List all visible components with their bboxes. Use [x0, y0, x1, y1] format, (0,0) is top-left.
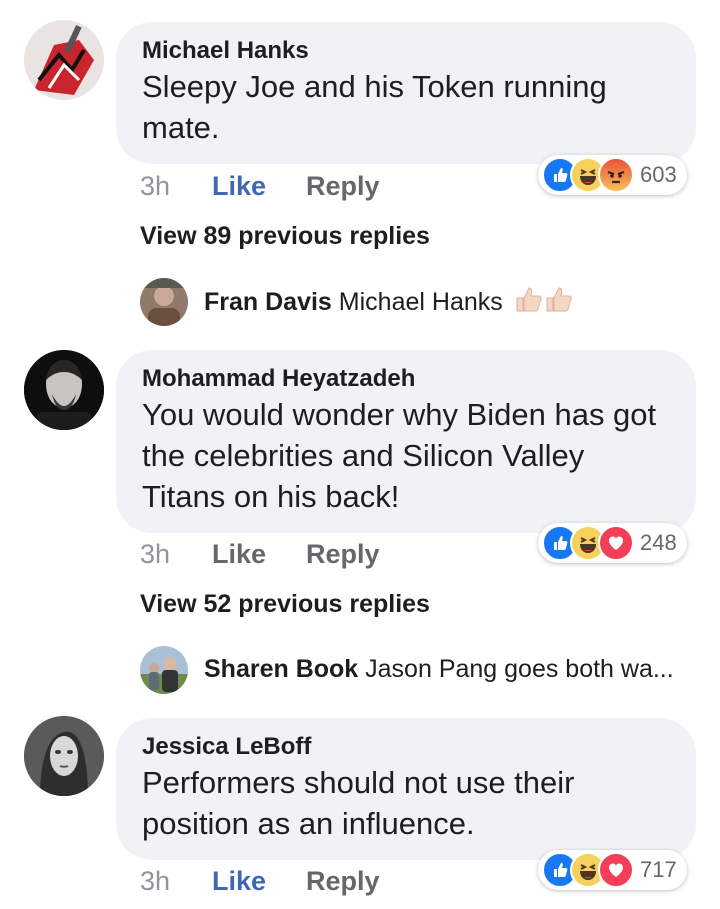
reply-button[interactable]: Reply	[306, 170, 380, 202]
thumbs-up-icon	[514, 284, 578, 323]
comment-bubble: Mohammad Heyatzadeh You would wonder why…	[116, 350, 696, 533]
comment-text: Performers should not use their position…	[142, 762, 670, 844]
reply-author[interactable]: Sharen Book	[204, 655, 358, 683]
profile-photo	[24, 716, 104, 796]
comment-bubble: Michael Hanks Sleepy Joe and his Token r…	[116, 22, 696, 164]
love-icon	[598, 852, 634, 888]
reply-button[interactable]: Reply	[306, 865, 380, 897]
reaction-count: 717	[640, 857, 677, 882]
comment-time[interactable]: 3h	[140, 865, 170, 897]
comment-time[interactable]: 3h	[140, 538, 170, 570]
angry-icon	[598, 157, 634, 193]
reply-body: Jason Pang goes both wa...	[365, 655, 674, 683]
reactions-summary[interactable]: 248	[538, 523, 687, 563]
comment-author[interactable]: Mohammad Heyatzadeh	[142, 364, 670, 394]
reply-author[interactable]: Fran Davis	[204, 288, 332, 316]
reactions-summary[interactable]: 717	[538, 850, 687, 890]
avatar[interactable]	[140, 646, 188, 694]
reply-button[interactable]: Reply	[306, 538, 380, 570]
reply-text: Fran Davis Michael Hanks	[204, 284, 578, 323]
comment-time[interactable]: 3h	[140, 170, 170, 202]
comment-author[interactable]: Michael Hanks	[142, 36, 670, 66]
reply-text: Sharen Book Jason Pang goes both wa...	[204, 652, 674, 686]
comment-mohammad-heyatzadeh: Mohammad Heyatzadeh You would wonder why…	[0, 330, 720, 710]
like-button[interactable]: Like	[212, 865, 266, 897]
love-icon	[598, 525, 634, 561]
comment-text-line: Sleepy Joe and his Token running	[142, 69, 607, 104]
comment-michael-hanks: Michael Hanks Sleepy Joe and his Token r…	[0, 0, 720, 330]
comment-text-line: position as an influence.	[142, 806, 475, 841]
comment-jessica-leboff: Jessica LeBoff Performers should not use…	[0, 710, 720, 909]
avatar[interactable]	[140, 278, 188, 326]
avatar[interactable]	[24, 20, 104, 100]
reply-body: Michael Hanks	[338, 288, 503, 317]
profile-photo	[24, 350, 104, 430]
comment-bubble: Jessica LeBoff Performers should not use…	[116, 718, 696, 860]
comment-author[interactable]: Jessica LeBoff	[142, 732, 670, 762]
view-previous-replies-link[interactable]: View 52 previous replies	[140, 590, 430, 619]
latest-reply: Fran Davis Michael Hanks	[140, 278, 700, 326]
like-button[interactable]: Like	[212, 538, 266, 570]
comment-text-line: mate.	[142, 110, 220, 145]
reaction-count: 248	[640, 530, 677, 555]
reaction-count: 603	[640, 162, 677, 187]
comment-text-line: You would wonder why Biden has got	[142, 397, 657, 432]
avatar[interactable]	[24, 716, 104, 796]
guitar-avatar-image	[24, 20, 104, 100]
comment-text-line: Titans on his back!	[142, 479, 400, 514]
latest-reply: Sharen Book Jason Pang goes both wa...	[140, 646, 700, 694]
avatar[interactable]	[24, 350, 104, 430]
comment-text-line: Performers should not use their	[142, 765, 575, 800]
reactions-summary[interactable]: 603	[538, 155, 687, 195]
comment-text-line: the celebrities and Silicon Valley	[142, 438, 585, 473]
comment-text: Sleepy Joe and his Token running mate.	[142, 66, 670, 148]
comment-text: You would wonder why Biden has got the c…	[142, 394, 670, 517]
view-previous-replies-link[interactable]: View 89 previous replies	[140, 222, 430, 251]
like-button[interactable]: Like	[212, 170, 266, 202]
